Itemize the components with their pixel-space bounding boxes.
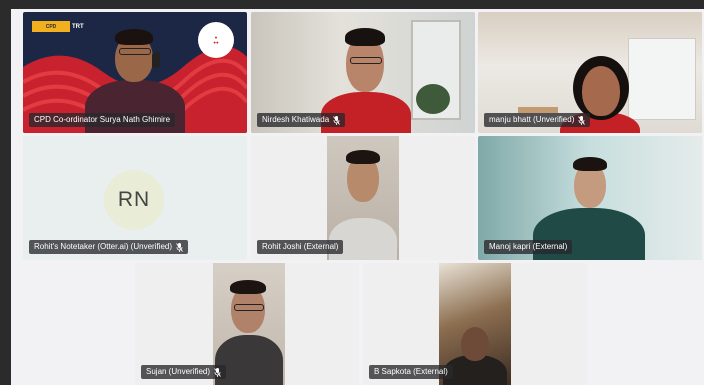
participant-name-label: Rohit's Notetaker (Otter.ai) (Unverified… <box>29 240 189 254</box>
participant-glasses <box>234 304 264 311</box>
participant-tile-nirdesh[interactable]: Nirdesh Khatiwada <box>251 12 475 133</box>
participant-name-label: manju bhatt (Unverified) <box>484 113 591 127</box>
participant-tile-manoj[interactable]: Manoj kapri (External) <box>478 136 702 260</box>
participant-hair <box>573 157 607 171</box>
participant-tile-notetaker[interactable]: RN Rohit's Notetaker (Otter.ai) (Unverif… <box>23 136 247 260</box>
mic-off-icon <box>214 367 221 377</box>
participant-hair <box>115 29 153 45</box>
participant-name-label: CPD Co-ordinator Surya Nath Ghimire <box>29 113 176 127</box>
participant-head <box>582 66 620 116</box>
participant-tile-rohit[interactable]: Rohit Joshi (External) <box>251 136 475 260</box>
participant-tile-manju[interactable]: manju bhatt (Unverified) <box>478 12 702 133</box>
participant-tile-sapkota[interactable]: B Sapkota (External) <box>363 263 587 385</box>
participant-tile-surya[interactable]: CPD TRT ● ●● CPD Co-ordinator Surya Nath … <box>23 12 247 133</box>
video-call-grid: CPD TRT ● ●● CPD Co-ordinator Surya Nath … <box>11 9 704 385</box>
organization-logo-2: TRT <box>72 23 84 30</box>
participant-tile-sujan[interactable]: Sujan (Unverified) <box>135 263 359 385</box>
headset <box>152 52 160 68</box>
background-window <box>628 38 696 120</box>
background-plant <box>416 84 450 114</box>
participant-name-label: Nirdesh Khatiwada <box>257 113 346 127</box>
participant-glasses <box>350 57 382 64</box>
participant-hair <box>230 280 266 294</box>
participant-hair <box>345 28 385 46</box>
event-logo-badge: ● ●● <box>198 22 234 58</box>
participant-head <box>461 327 489 361</box>
mic-off-icon <box>578 115 586 125</box>
mic-off-icon <box>333 115 341 125</box>
mic-off-icon <box>176 242 183 252</box>
participant-name-label: Rohit Joshi (External) <box>257 240 344 254</box>
participant-name-label: Sujan (Unverified) <box>141 365 227 379</box>
participant-name-label: B Sapkota (External) <box>369 365 453 379</box>
initials-avatar: RN <box>104 170 164 230</box>
participant-glasses <box>119 48 151 55</box>
participant-hair <box>346 150 380 164</box>
participant-name-label: Manoj kapri (External) <box>484 240 573 254</box>
organization-logo: CPD <box>32 21 70 32</box>
